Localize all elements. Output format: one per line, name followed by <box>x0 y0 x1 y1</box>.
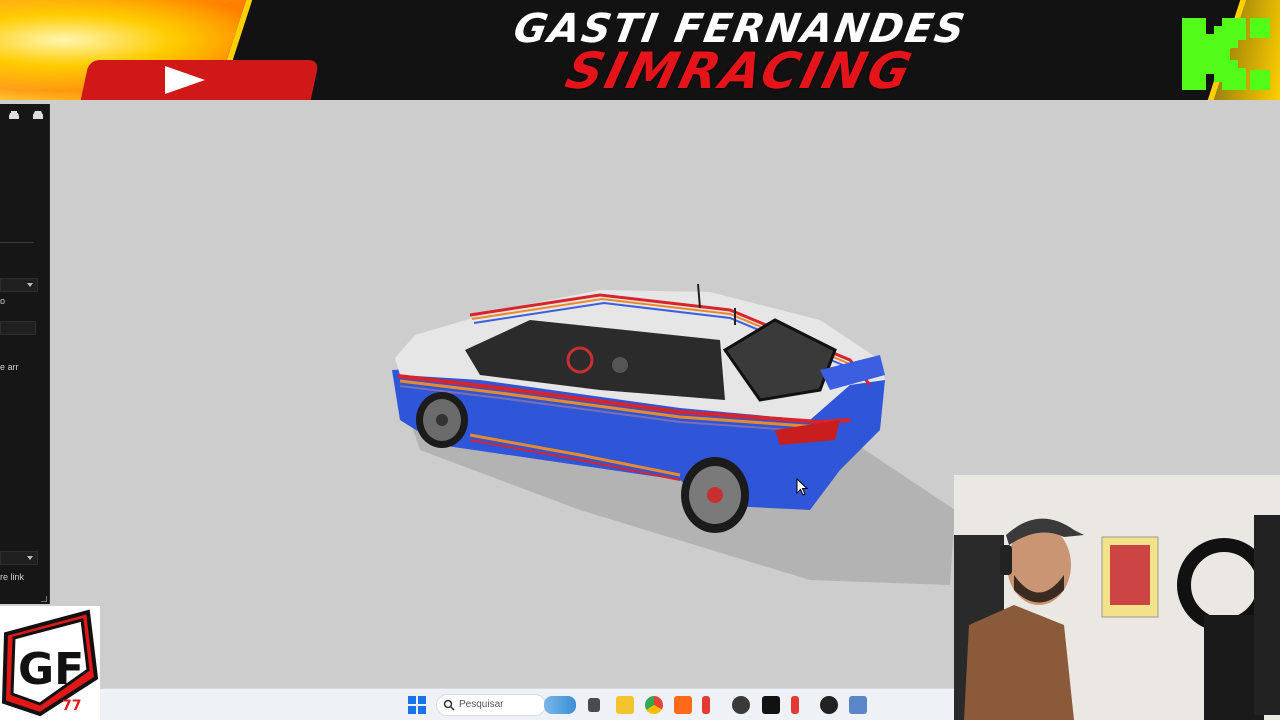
car-icon[interactable] <box>8 110 22 122</box>
resize-handle[interactable] <box>41 596 47 602</box>
terminal-icon[interactable] <box>762 696 780 714</box>
app-red-pen-icon[interactable] <box>702 696 710 714</box>
divider <box>0 242 34 243</box>
dropdown-select-1[interactable] <box>0 278 38 292</box>
dropdown-select-2[interactable] <box>0 551 38 565</box>
car-3d-model[interactable] <box>380 280 960 600</box>
webcam-overlay <box>954 475 1280 720</box>
front-wheel <box>416 392 468 448</box>
gf-logo-number: 77 <box>62 698 81 714</box>
rear-wheel <box>681 457 749 533</box>
input-field-1[interactable] <box>0 321 36 335</box>
banner-title-line2: SIMRACING <box>560 42 920 100</box>
app-paint-icon[interactable] <box>849 696 867 714</box>
truncated-link[interactable]: re link <box>0 572 24 582</box>
chevron-down-icon <box>27 556 33 560</box>
search-placeholder: Pesquisar <box>459 699 504 710</box>
windows-start-icon[interactable] <box>408 696 426 714</box>
mouse-cursor-icon <box>796 478 808 496</box>
kick-logo-icon <box>1182 18 1270 90</box>
app-orange-icon[interactable] <box>674 696 692 714</box>
youtube-play-icon <box>165 66 205 94</box>
screen: GASTI FERNANDES SIMRACING o e arr re lin… <box>0 0 1280 720</box>
left-sidebar-panel: o e arr re link <box>0 104 50 604</box>
chrome-icon[interactable] <box>645 696 663 714</box>
obs-icon[interactable] <box>732 696 750 714</box>
app-round-icon[interactable] <box>820 696 838 714</box>
stream-banner: GASTI FERNANDES SIMRACING <box>0 0 1280 100</box>
app-red-pen2-icon[interactable] <box>791 696 799 714</box>
windows-taskbar: Pesquisar <box>100 688 956 720</box>
car-front-icon[interactable] <box>32 110 46 122</box>
weather-widget-icon[interactable] <box>544 696 576 714</box>
gf-logo-text: GF <box>18 644 84 695</box>
truncated-label-1: o <box>0 296 6 306</box>
task-view-icon[interactable] <box>588 698 600 712</box>
gf-channel-logo: GF 77 <box>0 606 100 720</box>
file-explorer-icon[interactable] <box>616 696 634 714</box>
taskbar-search-box[interactable]: Pesquisar <box>436 694 546 716</box>
search-icon <box>443 699 455 711</box>
truncated-label-2: e arr <box>0 362 19 372</box>
chevron-down-icon <box>27 283 33 287</box>
